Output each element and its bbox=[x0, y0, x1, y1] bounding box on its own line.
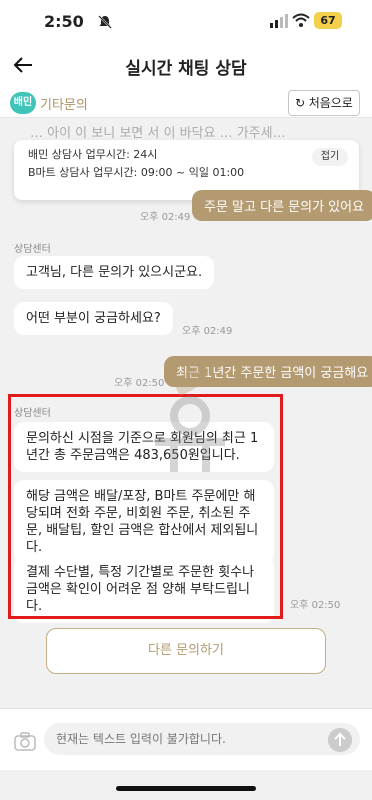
category-label: 기타문의 bbox=[40, 98, 88, 113]
header: 실시간 채팅 상담 bbox=[0, 44, 372, 88]
signal-icon bbox=[270, 14, 288, 28]
home-indicator bbox=[116, 786, 256, 791]
subheader: 배민 기타문의 ↻ 처음으로 bbox=[0, 88, 372, 118]
hours-line: 배민 상담사 업무시간: 24시 bbox=[28, 148, 158, 161]
bell-muted-icon bbox=[98, 15, 112, 29]
hours-line: B마트 상담사 업무시간: 09:00 ~ 익일 01:00 bbox=[28, 166, 245, 179]
sender-label: 상담센터 bbox=[14, 244, 51, 255]
brand-badge: 배민 bbox=[10, 92, 36, 114]
refresh-icon: ↻ bbox=[295, 96, 306, 110]
message-time: 오후 02:50 bbox=[290, 600, 341, 611]
input-bar bbox=[0, 708, 372, 770]
watermark-logo bbox=[155, 365, 225, 472]
other-inquiry-button[interactable]: 다른 문의하기 bbox=[46, 628, 326, 674]
wifi-icon bbox=[292, 13, 310, 27]
chat-area[interactable]: … 아이 이 보니 보면 서 이 바닥요 … 가주세… 배민 상담사 업무시간:… bbox=[0, 118, 372, 708]
bot-message: 고객님, 다른 문의가 있으시군요. bbox=[14, 256, 215, 289]
collapse-button[interactable]: 접기 bbox=[312, 148, 348, 166]
restart-label: 처음으로 bbox=[308, 96, 353, 110]
scrolled-text: … 아이 이 보니 보면 서 이 바닥요 … 가주세… bbox=[30, 126, 286, 141]
restart-button[interactable]: ↻ 처음으로 bbox=[288, 90, 360, 116]
message-input[interactable] bbox=[44, 723, 360, 755]
bot-message: 어떤 부분이 궁금하세요? bbox=[14, 302, 173, 335]
message-time: 오후 02:49 bbox=[140, 212, 191, 223]
battery-indicator: 67 bbox=[314, 12, 342, 29]
user-message: 주문 말고 다른 문의가 있어요 bbox=[192, 190, 372, 221]
status-time: 2:50 bbox=[44, 12, 84, 31]
message-time: 오후 02:49 bbox=[182, 326, 233, 337]
camera-icon[interactable] bbox=[14, 731, 36, 751]
send-arrow-icon[interactable] bbox=[328, 728, 352, 752]
page-title: 실시간 채팅 상담 bbox=[125, 59, 247, 79]
status-bar: 2:50 67 bbox=[0, 0, 372, 44]
